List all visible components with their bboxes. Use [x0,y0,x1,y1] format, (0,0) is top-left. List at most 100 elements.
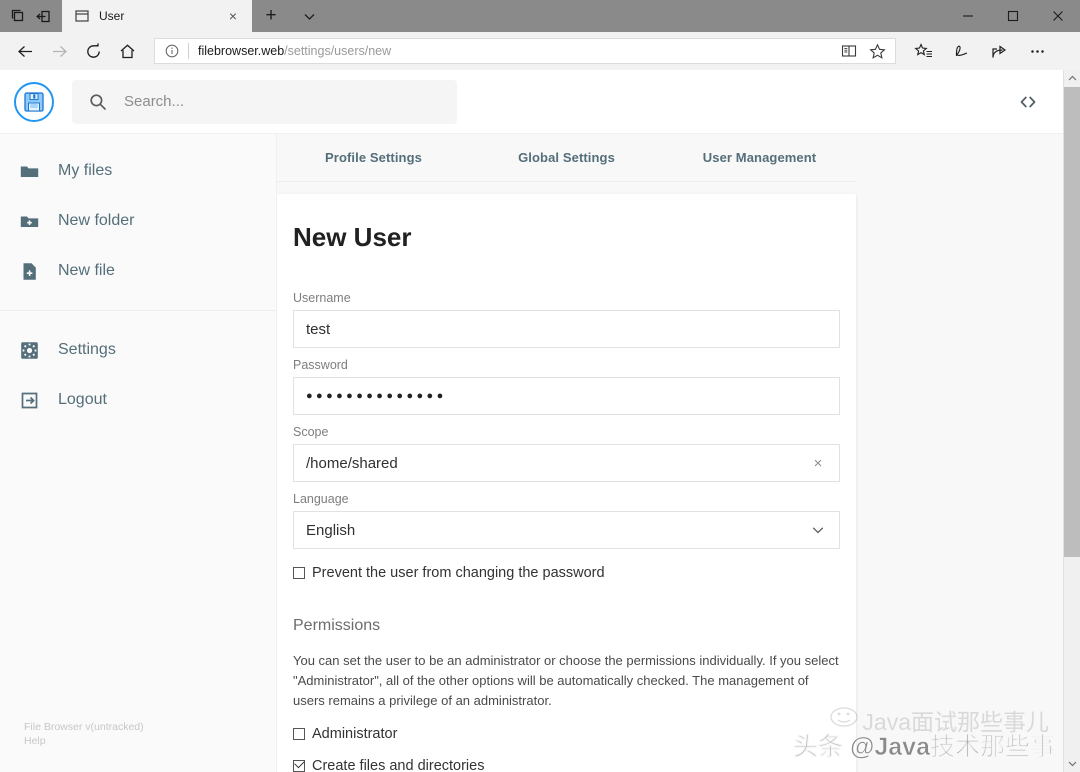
version-text: File Browser v(untracked) [24,720,144,733]
tab-title: User [99,9,125,23]
create-files-checkbox[interactable] [293,760,305,772]
maximize-button[interactable] [990,0,1035,32]
username-label: Username [293,291,351,305]
url-path: /settings/users/new [284,44,392,58]
administrator-checkbox-row[interactable]: Administrator [293,726,840,742]
restore-tabs-icon[interactable] [34,6,54,26]
username-input-wrap[interactable] [293,310,840,348]
chevron-down-icon [809,521,827,539]
window-icon [74,8,90,24]
address-bar[interactable]: filebrowser.web/settings/users/new [154,38,896,64]
language-label: Language [293,492,349,506]
prevent-password-change-label: Prevent the user from changing the passw… [312,565,605,581]
scroll-down-arrow[interactable] [1064,755,1080,772]
tab-aside-controls [0,0,62,32]
share-icon[interactable] [980,35,1018,67]
search-input[interactable] [122,92,441,111]
password-input-wrap[interactable]: ●●●●●●●●●●●●●● [293,377,840,415]
sidebar-item-label: New folder [58,212,135,229]
refresh-button[interactable] [76,35,110,67]
set-tabs-aside-icon[interactable] [9,6,29,26]
sidebar-group-account: Settings Logout [0,325,276,425]
new-tab-button[interactable]: + [252,0,290,32]
password-label: Password [293,358,348,372]
forward-button[interactable] [42,35,76,67]
language-field-group: Language English [293,492,840,549]
scope-field-group: Scope × [293,425,840,482]
settings-tabs: Profile Settings Global Settings User Ma… [277,134,856,182]
star-icon[interactable] [863,39,891,63]
scrollbar-thumb[interactable] [1064,87,1080,557]
sidebar-item-label: Logout [58,391,107,408]
create-files-checkbox-row[interactable]: Create files and directories [293,758,840,772]
page-title: New User [293,222,412,252]
close-icon[interactable]: × [222,5,244,27]
tab-profile-settings[interactable]: Profile Settings [277,150,470,165]
app-body: My files New folder New file Settings Lo… [0,134,1063,772]
prevent-password-change-checkbox-row[interactable]: Prevent the user from changing the passw… [293,565,840,581]
search-bar[interactable] [72,79,457,124]
new-user-card: New User Username Password ●●●●●●●●●●●●●… [277,194,856,772]
scope-input[interactable] [306,445,809,481]
back-button[interactable] [8,35,42,67]
prevent-password-change-checkbox[interactable] [293,567,305,579]
close-window-button[interactable] [1035,0,1080,32]
password-field-group: Password ●●●●●●●●●●●●●● [293,358,840,415]
sidebar-item-my-files[interactable]: My files [0,146,276,196]
folder-plus-icon [18,210,40,232]
sidebar-group-files: My files New folder New file [0,146,276,311]
sidebar-item-label: New file [58,262,115,279]
omnibox-divider [188,43,189,59]
username-input[interactable] [306,311,827,347]
sidebar-item-label: Settings [58,341,116,358]
password-input[interactable]: ●●●●●●●●●●●●●● [306,390,447,402]
sidebar-footer: File Browser v(untracked) Help [0,720,276,772]
chevron-down-icon[interactable] [290,0,328,32]
web-notes-icon[interactable] [942,35,980,67]
url-text: filebrowser.web/settings/users/new [198,44,835,58]
language-value: English [306,521,356,539]
site-info-icon[interactable] [163,42,181,60]
sidebar-item-new-folder[interactable]: New folder [0,196,276,246]
administrator-label: Administrator [312,726,398,743]
sidebar-item-settings[interactable]: Settings [0,325,276,375]
page-scrollbar[interactable] [1063,70,1080,772]
permissions-heading: Permissions [293,617,381,634]
scope-input-wrap[interactable]: × [293,444,840,482]
browser-window: User × + filebrowser.web/settings/users/… [0,0,1080,772]
web-viewport: My files New folder [0,70,1080,772]
username-field-group: Username [293,291,840,348]
tab-global-settings[interactable]: Global Settings [470,150,663,165]
title-bar: User × + [0,0,1080,32]
file-plus-icon [18,260,40,282]
main-content: Profile Settings Global Settings User Ma… [277,134,1063,772]
sidebar-item-new-file[interactable]: New file [0,246,276,296]
scroll-up-arrow[interactable] [1064,70,1080,87]
gear-icon [18,339,40,361]
toolbar-right [904,35,1056,67]
tab-user-management[interactable]: User Management [663,150,856,165]
search-icon [88,92,108,112]
scope-label: Scope [293,425,329,439]
reading-view-icon[interactable] [835,39,863,63]
close-icon[interactable]: × [809,454,827,472]
app-header [0,70,1063,134]
logout-icon [18,389,40,411]
floppy-disk-logo[interactable] [14,81,54,122]
navigation-bar: filebrowser.web/settings/users/new [0,32,1080,70]
help-link[interactable]: Help [24,734,276,748]
sidebar: My files New folder New file Settings Lo… [0,134,277,772]
sidebar-item-logout[interactable]: Logout [0,375,276,425]
settings-more-icon[interactable] [1018,35,1056,67]
language-select[interactable]: English [293,511,840,549]
create-files-label: Create files and directories [312,758,485,772]
favorites-hub-icon[interactable] [904,35,942,67]
administrator-checkbox[interactable] [293,728,305,741]
minimize-button[interactable] [945,0,990,32]
folder-icon [18,160,40,182]
code-toggle-icon[interactable] [1011,85,1045,119]
home-icon[interactable] [110,35,144,67]
window-controls [945,0,1080,32]
browser-tab[interactable]: User × [62,0,252,32]
url-host: filebrowser.web [198,44,285,58]
